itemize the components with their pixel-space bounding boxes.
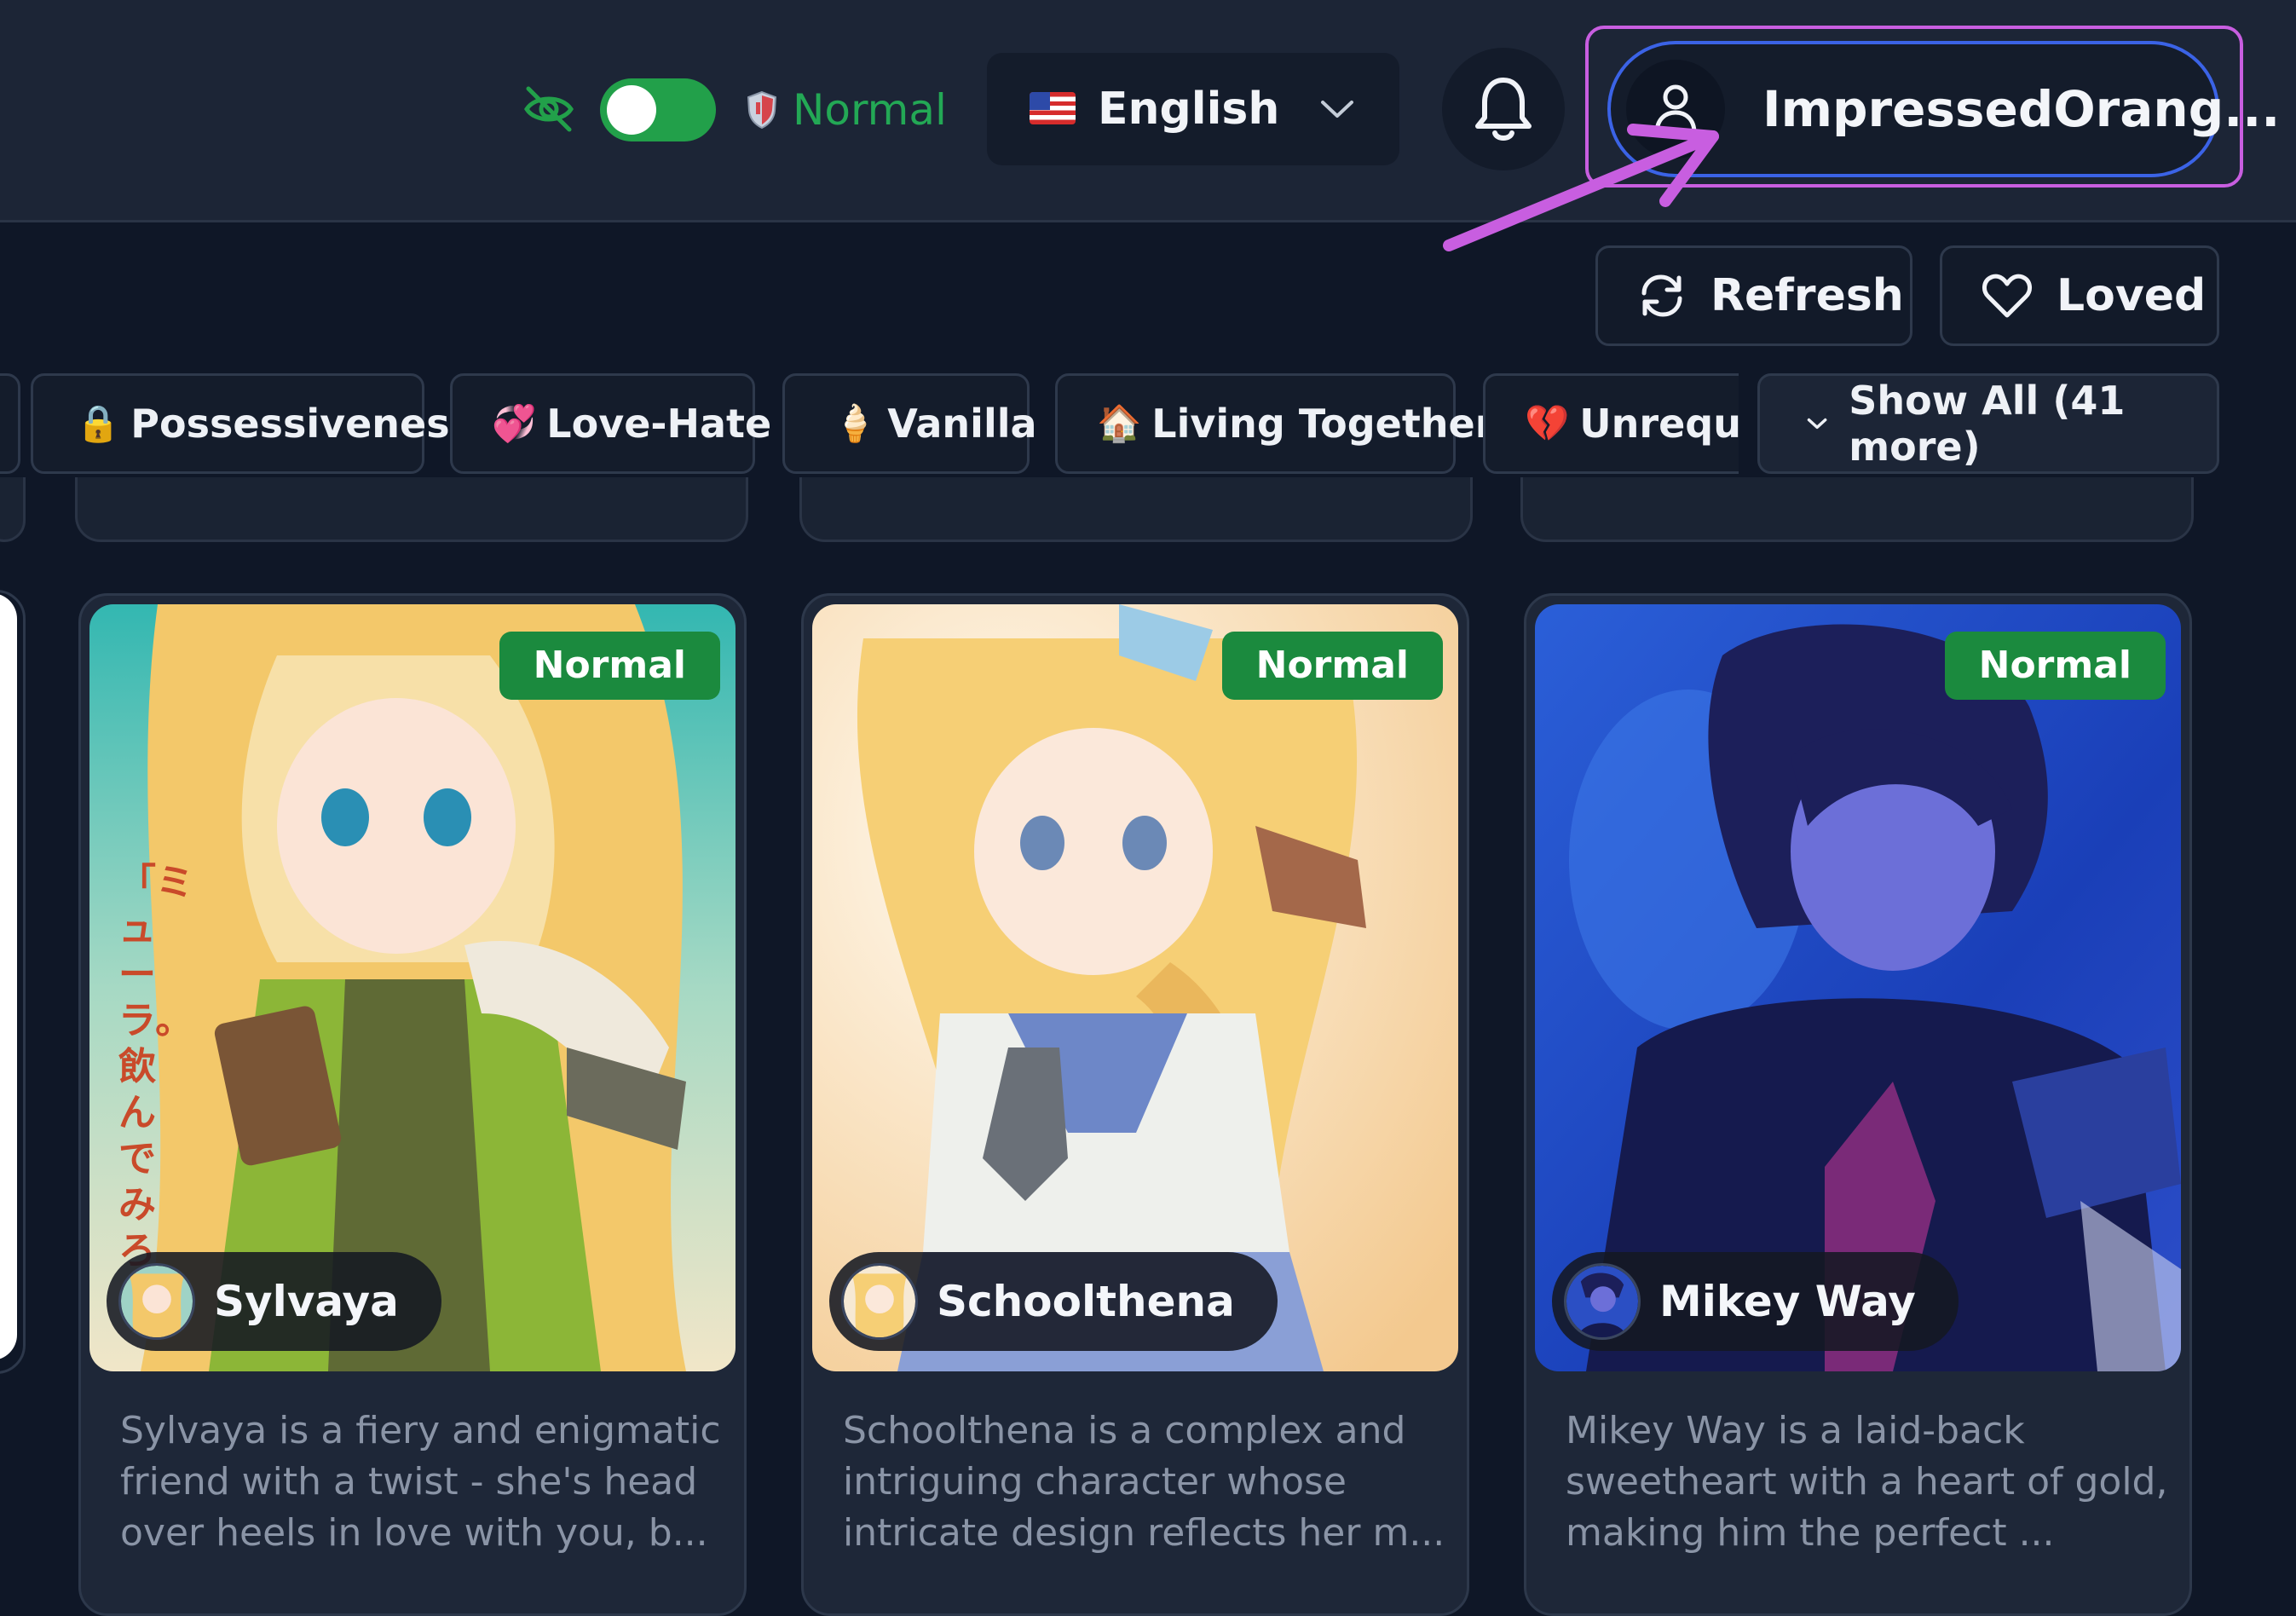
character-name: Schoolthena [937, 1277, 1235, 1326]
mode-indicator: Normal [747, 78, 947, 141]
user-avatar [1626, 60, 1725, 159]
tag-label: Living Together [1151, 401, 1495, 447]
previous-card-edge [1520, 477, 2194, 542]
chevron-down-icon [1321, 101, 1353, 118]
character-description: Mikey Way is a laid-back sweetheart with… [1566, 1409, 2168, 1555]
language-label: English [1098, 84, 1280, 135]
flag-us-icon [1030, 92, 1076, 124]
ice-cream-icon: 🍦 [833, 402, 878, 444]
chevron-down-icon [1807, 418, 1827, 430]
character-name-pill: Mikey Way [1552, 1252, 1959, 1351]
avatar [1564, 1263, 1641, 1340]
rating-badge: Normal [1944, 632, 2166, 700]
character-name-pill: Sylvaya [107, 1252, 441, 1351]
previous-card-edge [799, 477, 1473, 542]
tag-label: Possessiveness [130, 401, 473, 447]
toggle-knob [607, 85, 656, 135]
previous-card-edge [75, 477, 748, 542]
heart-icon [1982, 274, 2032, 318]
character-description: Schoolthena is a complex and intriguing … [843, 1409, 1445, 1555]
tag-chip-possessiveness[interactable]: 🔒 Possessiveness [31, 373, 473, 474]
show-all-tags-button[interactable]: Show All (41 more) [1757, 373, 2219, 474]
tag-chip-living-together[interactable]: 🏠 Living Together [1055, 373, 1494, 474]
tag-chip-partial[interactable] [0, 373, 20, 474]
tag-chip-unrequited[interactable]: 💔 Unrequite [1483, 373, 1739, 474]
notifications-button[interactable] [1442, 48, 1565, 170]
rating-badge: Normal [1221, 632, 1443, 700]
top-header: Normal English ImpressedOrang... [0, 0, 2296, 222]
tag-chips-strip: 🔒 Possessiveness 💞 Love-Hate 🍦 Vanilla 🏠… [0, 373, 1739, 474]
character-card-sylvaya[interactable]: 「ミューラ。飲んでみろ Normal Sylvaya Sylvaya is a … [78, 593, 747, 1616]
partial-card-image [0, 593, 17, 1360]
character-card-schoolthena[interactable]: Normal Schoolthena Schoolthena is a comp… [801, 593, 1469, 1616]
tag-chip-vanilla[interactable]: 🍦 Vanilla [782, 373, 1037, 474]
mode-label: Normal [793, 85, 947, 135]
user-name: ImpressedOrang... [1762, 80, 2281, 138]
tag-label: Vanilla [887, 401, 1037, 447]
show-all-label: Show All (41 more) [1849, 378, 2126, 470]
loved-label: Loved [2057, 270, 2207, 321]
image-caption-text: 「ミューラ。飲んでみろ [118, 861, 193, 1273]
lock-icon: 🔒 [76, 402, 121, 444]
language-select[interactable]: English [987, 53, 1399, 165]
character-card-mikey-way[interactable]: Normal Mikey Way Mikey Way is a laid-bac… [1524, 593, 2192, 1616]
hearts-icon: 💞 [492, 402, 537, 444]
house-icon: 🏠 [1097, 402, 1142, 444]
loved-button[interactable]: Loved [1940, 245, 2219, 346]
tag-label: Love-Hate [546, 401, 772, 447]
character-name: Sylvaya [214, 1277, 399, 1326]
user-menu-button[interactable]: ImpressedOrang... [1607, 41, 2280, 177]
tag-chip-love-hate[interactable]: 💞 Love-Hate [450, 373, 771, 474]
character-description: Sylvaya is a fiery and enigmatic friend … [120, 1409, 721, 1555]
user-icon [1654, 84, 1697, 136]
content-mode-toggle[interactable] [600, 78, 716, 141]
character-name-pill: Schoolthena [829, 1252, 1278, 1351]
previous-card-edge [0, 477, 26, 542]
refresh-button[interactable]: Refresh [1595, 245, 1912, 346]
refresh-label: Refresh [1710, 270, 1904, 321]
rating-badge: Normal [499, 632, 720, 700]
avatar [841, 1263, 918, 1340]
avatar [118, 1263, 195, 1340]
refresh-icon [1641, 274, 1682, 317]
bell-icon [1475, 78, 1532, 141]
shield-icon [747, 90, 777, 130]
character-name: Mikey Way [1659, 1277, 1916, 1326]
tag-label: Unrequite [1579, 401, 1739, 447]
broken-heart-icon: 💔 [1525, 402, 1570, 444]
eye-off-icon[interactable] [522, 84, 576, 135]
